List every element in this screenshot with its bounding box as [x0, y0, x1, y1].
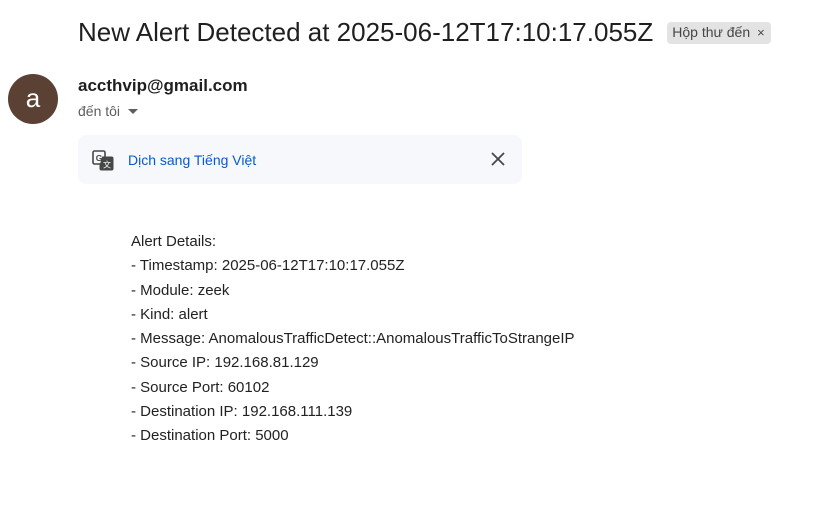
- email-subject: New Alert Detected at 2025-06-12T17:10:1…: [78, 17, 654, 47]
- body-line: - Kind: alert: [131, 305, 208, 323]
- close-icon[interactable]: [490, 151, 506, 167]
- sender-email: accthvip@gmail.com: [78, 76, 248, 95]
- inbox-label-text: Hộp thư đến: [672, 24, 751, 40]
- translate-icon: G 文: [92, 150, 114, 171]
- email-body: Alert Details: - Timestamp: 2025-06-12T1…: [131, 230, 575, 449]
- body-line: - Destination IP: 192.168.111.139: [131, 403, 353, 421]
- body-line: - Source Port: 60102: [131, 378, 270, 396]
- body-line: - Module: zeek: [131, 281, 230, 299]
- body-line: - Message: AnomalousTrafficDetect::Anoma…: [131, 330, 575, 348]
- caret-down-icon[interactable]: [128, 109, 139, 114]
- body-line: Alert Details:: [131, 233, 217, 250]
- subject-row: New Alert Detected at 2025-06-12T17:10:1…: [78, 14, 771, 50]
- avatar-initial: a: [25, 82, 41, 113]
- translate-bar: G 文 Dịch sang Tiếng Việt: [78, 135, 522, 184]
- body-line: - Timestamp: 2025-06-12T17:10:17.055Z: [131, 257, 405, 275]
- sender-avatar[interactable]: a: [8, 74, 58, 124]
- recipient-text: đến tôi: [78, 103, 121, 119]
- body-line: - Destination Port: 5000: [131, 427, 289, 445]
- inbox-label-chip[interactable]: Hộp thư đến ×: [667, 22, 771, 44]
- recipient-row: đến tôi: [78, 101, 139, 121]
- body-line: - Source IP: 192.168.81.129: [131, 354, 319, 372]
- remove-label-button[interactable]: ×: [757, 24, 765, 41]
- svg-text:文: 文: [103, 160, 111, 170]
- translate-link[interactable]: Dịch sang Tiếng Việt: [128, 150, 256, 170]
